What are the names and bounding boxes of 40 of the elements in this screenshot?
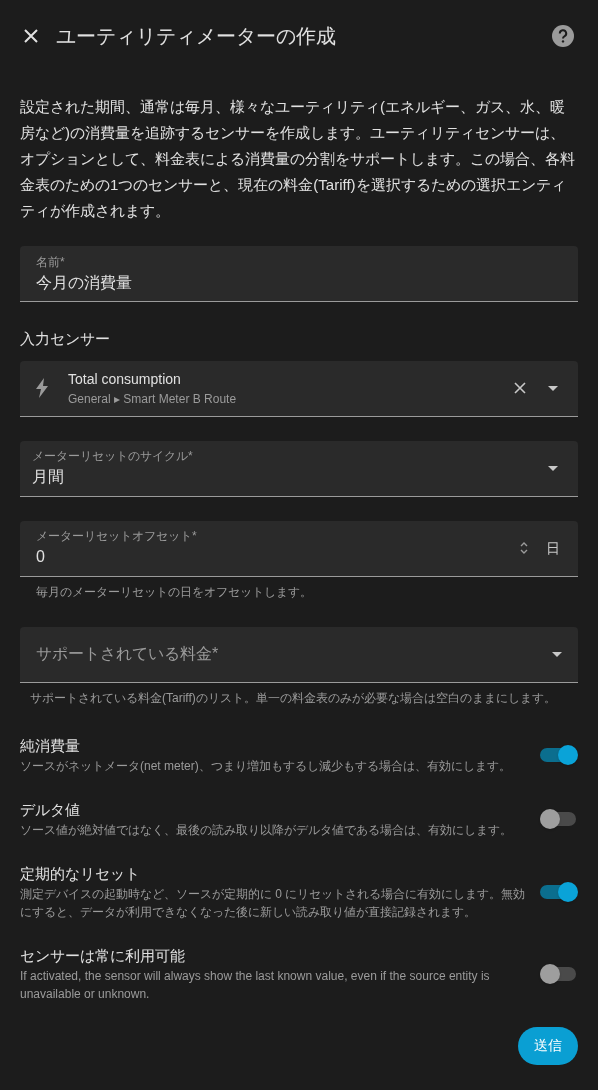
entity-picker[interactable]: Total consumption General ▸ Smart Meter B Route xyxy=(20,360,578,417)
name-field[interactable]: 名前* 今月の消費量 xyxy=(20,246,578,302)
helper-text: サポートされている料金(Tariff)のリスト。単一の料金表のみが必要な場合は空白のままにします。 xyxy=(29,689,557,707)
toggle-switch[interactable] xyxy=(540,808,578,829)
field-value: 0 xyxy=(36,547,46,567)
help-icon[interactable] xyxy=(552,25,574,47)
clear-icon[interactable] xyxy=(514,382,526,394)
reset-offset-field[interactable]: メーターリセットオフセット* 0 日 xyxy=(20,520,578,577)
dialog-title: ユーティリティメーターの作成 xyxy=(56,24,337,49)
helper-text: 毎月のメーターリセットの日をオフセットします。 xyxy=(35,583,313,601)
section-heading: 入力センサー xyxy=(20,329,111,349)
toggle-switch[interactable] xyxy=(540,881,578,902)
toggle-switch[interactable] xyxy=(540,963,578,984)
entity-path: General ▸ Smart Meter B Route xyxy=(68,390,238,408)
field-label: メーターリセットオフセット* xyxy=(36,528,198,545)
spinner-icon[interactable] xyxy=(520,541,528,555)
toggle-switch[interactable] xyxy=(540,744,578,765)
setting-title: センサーは常に利用可能 xyxy=(20,945,186,966)
field-label: 名前* xyxy=(36,253,66,271)
lightning-icon xyxy=(36,378,48,398)
field-label: メーターリセットのサイクル* xyxy=(32,448,194,465)
field-value: 今月の消費量 xyxy=(36,272,133,293)
reset-cycle-select[interactable]: メーターリセットのサイクル* 月間 xyxy=(20,440,578,497)
field-value: 月間 xyxy=(32,467,65,487)
setting-description: ソースがネットメータ(net meter)、つまり増加もするし減少もする場合は、有効にします。 xyxy=(20,757,512,775)
setting-title: デルタ値 xyxy=(20,799,81,820)
close-icon[interactable] xyxy=(24,29,38,43)
field-label: サポートされている料金* xyxy=(36,644,220,664)
setting-title: 純消費量 xyxy=(20,735,81,756)
dropdown-caret-icon[interactable] xyxy=(548,385,558,391)
entity-name: Total consumption xyxy=(68,369,182,389)
description-text: 設定された期間、通常は毎月、様々なユーティリティ(エネルギー、ガス、水、暖房など)の消費量を追跡するセンサーを作成します。ユーティリティセンサーは、オプションとして、料金表による消費量の分割をサポートします。この場合、各料金表のための1つのセンサーと、現在の料金(Tariff)を選択するための選択エンティティが作成されます。 xyxy=(20,97,576,221)
setting-description: 測定デバイスの起動時など、ソースが定期的に 0 にリセットされる場合に有効にします。無効にすると、データが利用できなくなった後に新しい読み取り値が直接記録されます。 xyxy=(20,885,527,921)
unit-label: 日 xyxy=(546,538,560,558)
setting-description: If activated, the sensor will always show the last known value, even if the source entity is unavailable or unknown. xyxy=(20,967,491,1003)
dropdown-caret-icon[interactable] xyxy=(548,465,558,471)
setting-description: ソース値が絶対値ではなく、最後の読み取り以降がデルタ値である場合は、有効にします。 xyxy=(20,821,513,839)
setting-title: 定期的なリセット xyxy=(20,863,141,884)
dropdown-caret-icon[interactable] xyxy=(552,651,562,657)
tariffs-select[interactable]: サポートされている料金* xyxy=(20,626,578,683)
